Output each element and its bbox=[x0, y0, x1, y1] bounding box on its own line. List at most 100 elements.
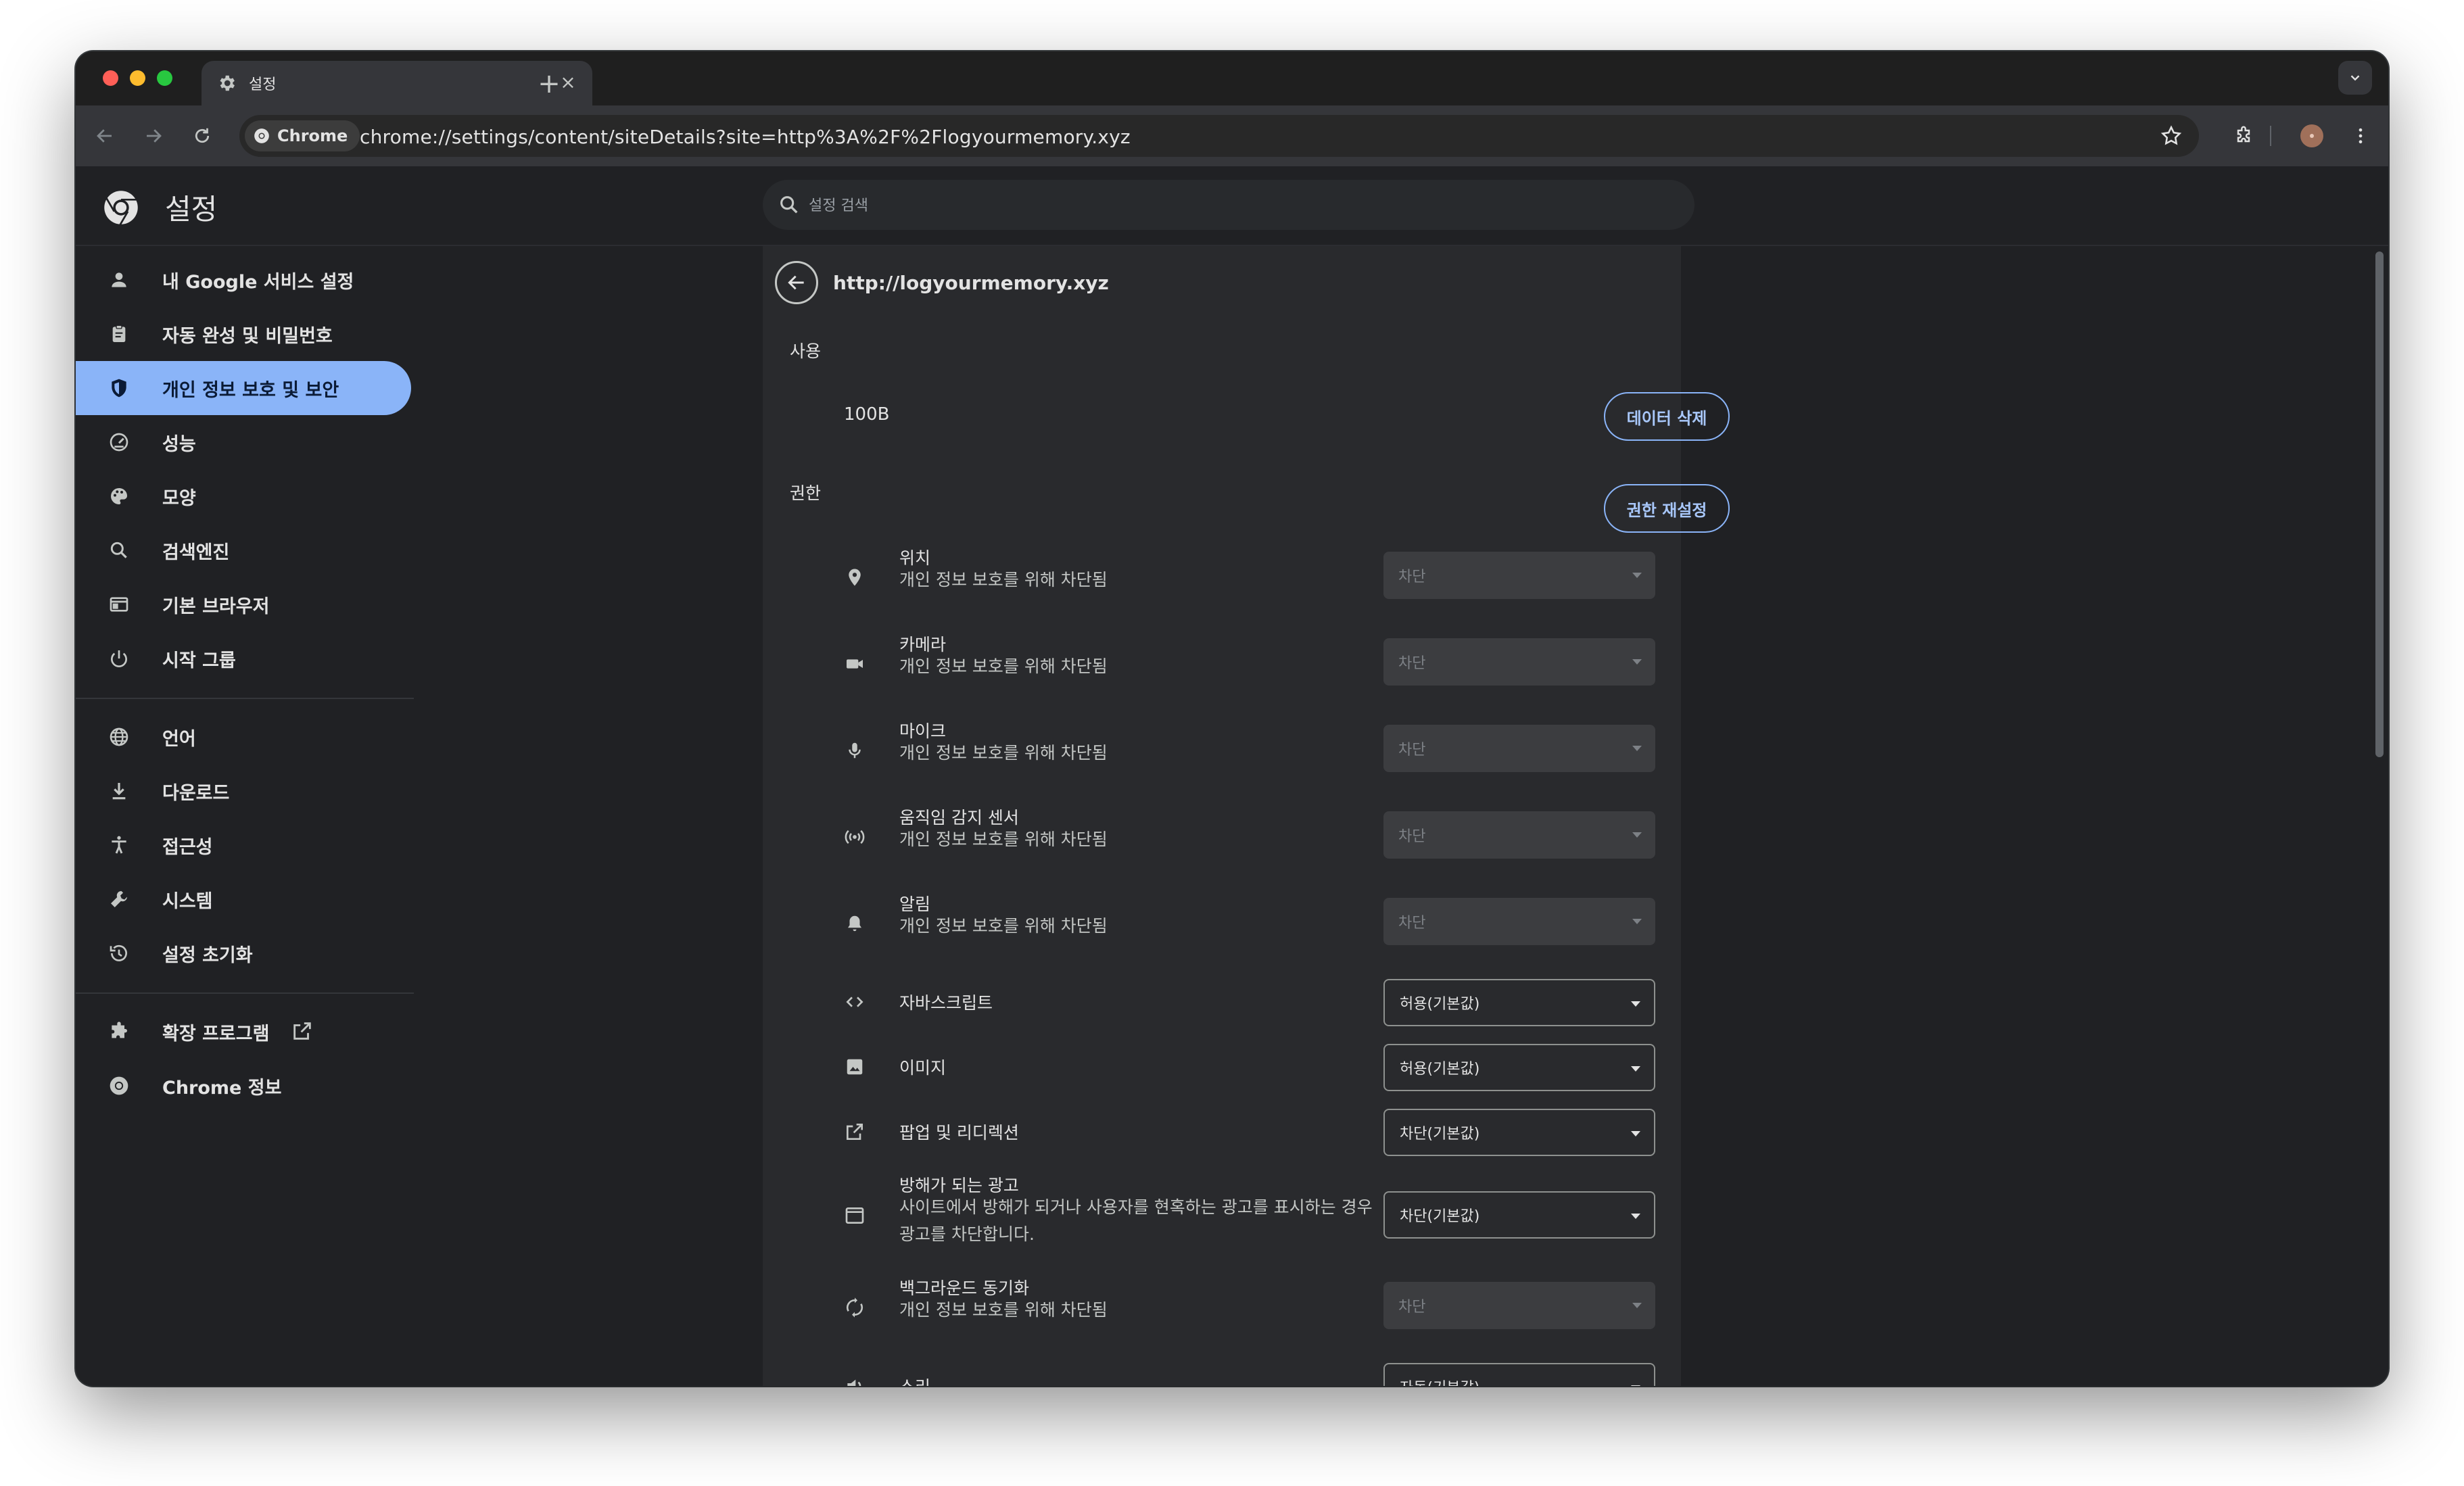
sidebar-item-label: Chrome 정보 bbox=[162, 1077, 282, 1099]
usage-value: 100B bbox=[844, 404, 890, 425]
permission-title: 위치 bbox=[899, 548, 931, 568]
sidebar-item-about-chrome[interactable]: Chrome 정보 bbox=[76, 1059, 411, 1113]
sidebar-item-label: 자동 완성 및 비밀번호 bbox=[162, 325, 333, 347]
sidebar-item-accessibility[interactable]: 접근성 bbox=[76, 818, 411, 872]
toolbar-divider bbox=[2270, 126, 2271, 146]
permission-row-location: 위치 개인 정보 보호를 위해 차단됨 차단 bbox=[763, 538, 1681, 619]
profile-button[interactable] bbox=[2295, 119, 2329, 153]
sidebar-item-label: 시스템 bbox=[162, 890, 213, 912]
sidebar-divider bbox=[76, 698, 414, 699]
accessibility-icon bbox=[107, 833, 131, 857]
minimize-window-button[interactable] bbox=[130, 70, 145, 86]
dropdown-caret-icon bbox=[1632, 659, 1642, 665]
chrome-icon bbox=[107, 1074, 131, 1098]
permission-title: 마이크 bbox=[899, 721, 947, 741]
page-title: 설정 bbox=[165, 193, 218, 226]
sidebar: 내 Google 서비스 설정 자동 완성 및 비밀번호 개인 정보 보호 및 … bbox=[76, 245, 418, 1386]
images-permission-select[interactable]: 허용(기본값) bbox=[1383, 1044, 1655, 1091]
sidebar-item-downloads[interactable]: 다운로드 bbox=[76, 764, 411, 818]
sidebar-item-label: 내 Google 서비스 설정 bbox=[162, 271, 354, 293]
permission-subtitle: 개인 정보 보호를 위해 차단됨 bbox=[899, 1300, 1108, 1320]
permission-title: 이미지 bbox=[899, 1058, 947, 1078]
clipboard-icon bbox=[107, 322, 131, 346]
reload-button[interactable] bbox=[187, 120, 218, 151]
location-pin-icon bbox=[843, 565, 867, 590]
permission-row-camera: 카메라 개인 정보 보호를 위해 차단됨 차단 bbox=[763, 625, 1681, 706]
url-text[interactable]: chrome://settings/content/siteDetails?si… bbox=[360, 126, 1131, 148]
power-icon bbox=[107, 646, 131, 671]
camera-permission-select: 차단 bbox=[1383, 638, 1655, 686]
sidebar-item-label: 시작 그룹 bbox=[162, 650, 236, 671]
camera-icon bbox=[843, 652, 867, 676]
open-in-new-icon bbox=[293, 1022, 311, 1040]
dropdown-caret-icon bbox=[1631, 1001, 1640, 1007]
back-arrow-button[interactable] bbox=[775, 261, 818, 304]
permission-row-popups: 팝업 및 리디렉션 차단(기본값) bbox=[763, 1101, 1681, 1166]
dropdown-caret-icon bbox=[1632, 1303, 1642, 1308]
sidebar-item-extensions[interactable]: 확장 프로그램 bbox=[76, 1005, 411, 1059]
sidebar-item-google-services[interactable]: 내 Google 서비스 설정 bbox=[76, 253, 411, 307]
sidebar-item-default-browser[interactable]: 기본 브라우저 bbox=[76, 577, 411, 631]
new-tab-button[interactable]: + bbox=[530, 65, 568, 103]
menu-button[interactable] bbox=[2344, 119, 2377, 153]
sidebar-item-privacy[interactable]: 개인 정보 보호 및 보안 bbox=[76, 361, 411, 415]
permission-subtitle: 개인 정보 보호를 위해 차단됨 bbox=[899, 656, 1108, 676]
permission-subtitle: 개인 정보 보호를 위해 차단됨 bbox=[899, 743, 1108, 763]
address-bar[interactable]: Chrome chrome://settings/content/siteDet… bbox=[239, 115, 2199, 157]
select-value: 자동(기본값) bbox=[1400, 1376, 1479, 1386]
sidebar-item-appearance[interactable]: 모양 bbox=[76, 469, 411, 523]
permission-title: 방해가 되는 광고 bbox=[899, 1176, 1019, 1195]
sidebar-item-label: 설정 초기화 bbox=[162, 944, 253, 966]
permission-subtitle: 개인 정보 보호를 위해 차단됨 bbox=[899, 570, 1108, 590]
sidebar-item-label: 개인 정보 보호 및 보안 bbox=[162, 379, 339, 401]
search-input[interactable] bbox=[807, 189, 1655, 222]
search-icon bbox=[107, 538, 131, 562]
permission-title: 팝업 및 리디렉션 bbox=[899, 1123, 1019, 1143]
chrome-logo-icon bbox=[104, 191, 138, 226]
sidebar-item-system[interactable]: 시스템 bbox=[76, 872, 411, 926]
sidebar-item-on-startup[interactable]: 시작 그룹 bbox=[76, 631, 411, 686]
popups-permission-select[interactable]: 차단(기본값) bbox=[1383, 1109, 1655, 1156]
intrusive-ads-permission-select[interactable]: 차단(기본값) bbox=[1383, 1191, 1655, 1239]
zoom-window-button[interactable] bbox=[157, 70, 172, 86]
permission-row-notifications: 알림 개인 정보 보호를 위해 차단됨 차단 bbox=[763, 884, 1681, 965]
browser-window: 설정 × + Chrome chrome://settings/content/… bbox=[76, 51, 2388, 1386]
background-sync-permission-select: 차단 bbox=[1383, 1282, 1655, 1329]
sidebar-item-label: 검색엔진 bbox=[162, 542, 230, 563]
sidebar-item-languages[interactable]: 언어 bbox=[76, 710, 411, 764]
history-icon bbox=[107, 941, 131, 965]
close-window-button[interactable] bbox=[103, 70, 118, 86]
puzzle-icon bbox=[2237, 126, 2250, 143]
forward-button[interactable] bbox=[138, 120, 169, 151]
image-icon bbox=[843, 1055, 867, 1079]
sidebar-divider bbox=[76, 992, 414, 994]
back-button[interactable] bbox=[89, 120, 120, 151]
sidebar-item-performance[interactable]: 성능 bbox=[76, 415, 411, 469]
sidebar-item-search-engine[interactable]: 검색엔진 bbox=[76, 523, 411, 577]
window-controls bbox=[103, 70, 172, 86]
sidebar-item-reset[interactable]: 설정 초기화 bbox=[76, 926, 411, 980]
clear-data-button[interactable]: 데이터 삭제 bbox=[1604, 392, 1730, 441]
select-value: 차단 bbox=[1398, 1299, 1426, 1316]
permission-subtitle-line-2: 광고를 차단합니다. bbox=[899, 1224, 1035, 1244]
scrollbar-thumb[interactable] bbox=[2375, 251, 2384, 757]
select-value: 허용(기본값) bbox=[1400, 1061, 1480, 1078]
sidebar-item-label: 모양 bbox=[162, 487, 196, 509]
avatar bbox=[2300, 124, 2323, 147]
chrome-icon bbox=[254, 128, 269, 143]
extensions-button[interactable] bbox=[2227, 119, 2260, 153]
bookmark-star-icon[interactable] bbox=[2160, 124, 2183, 147]
sidebar-item-autofill[interactable]: 자동 완성 및 비밀번호 bbox=[76, 307, 411, 361]
javascript-permission-select[interactable]: 허용(기본값) bbox=[1383, 979, 1655, 1026]
site-info-chip[interactable]: Chrome bbox=[245, 120, 360, 151]
palette-icon bbox=[107, 484, 131, 508]
tab-search-button[interactable] bbox=[2338, 61, 2372, 95]
site-details-card: http://logyourmemory.xyz 사용 100B 데이터 삭제 … bbox=[763, 246, 1730, 1386]
dropdown-caret-icon bbox=[1631, 1214, 1640, 1219]
page-scrollbar[interactable] bbox=[2368, 246, 2388, 1386]
sound-permission-select[interactable]: 자동(기본값) bbox=[1383, 1363, 1655, 1386]
settings-search[interactable] bbox=[763, 180, 1695, 230]
notifications-permission-select: 차단 bbox=[1383, 898, 1655, 945]
reset-permissions-button[interactable]: 권한 재설정 bbox=[1604, 484, 1730, 533]
person-icon bbox=[107, 268, 131, 292]
